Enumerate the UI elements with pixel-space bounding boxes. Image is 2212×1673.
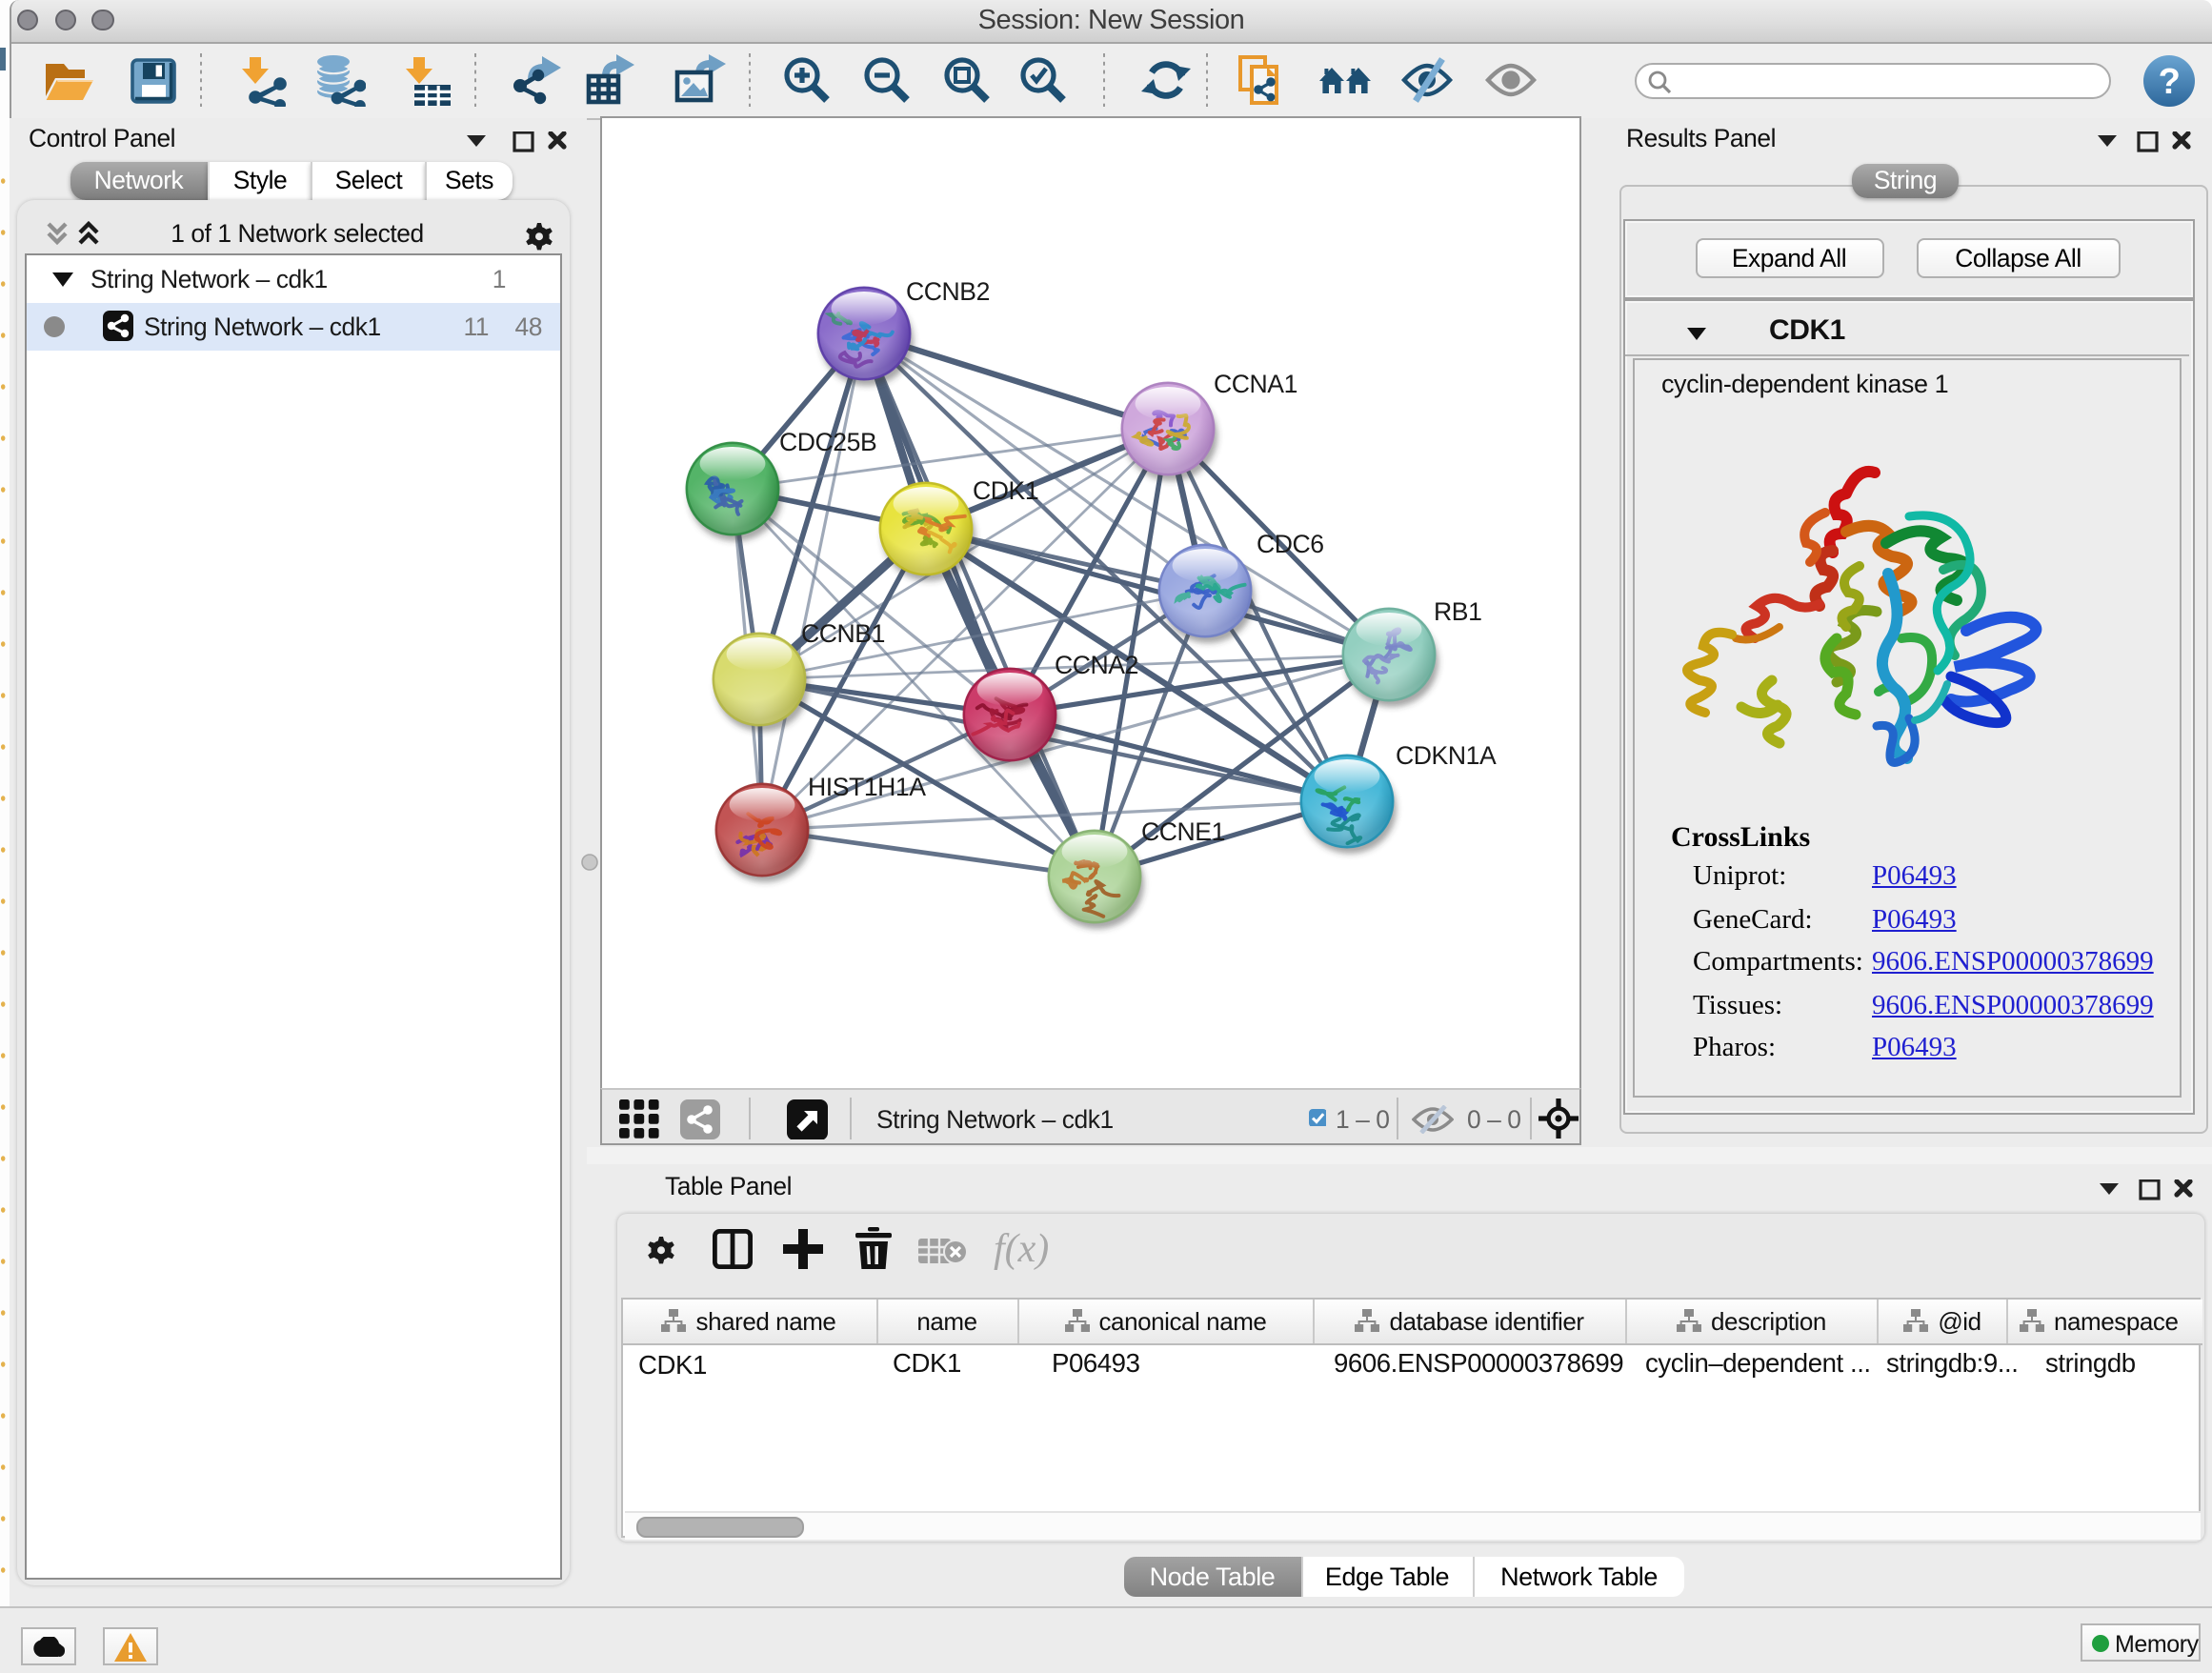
svg-text:?: ?	[2159, 61, 2181, 101]
svg-text:CDC6: CDC6	[1257, 530, 1324, 558]
svg-text:CCNA1: CCNA1	[1214, 370, 1297, 398]
svg-text:RB1: RB1	[1434, 597, 1481, 626]
svg-text:CCNA2: CCNA2	[1055, 651, 1138, 679]
svg-text:HIST1H1A: HIST1H1A	[808, 773, 926, 801]
svg-text:CDK1: CDK1	[973, 476, 1038, 505]
svg-text:CCNB1: CCNB1	[801, 619, 885, 648]
svg-text:CCNB2: CCNB2	[906, 277, 990, 306]
svg-text:CCNE1: CCNE1	[1141, 817, 1225, 846]
svg-text:CDC25B: CDC25B	[779, 428, 876, 456]
svg-text:CDKN1A: CDKN1A	[1396, 741, 1497, 770]
